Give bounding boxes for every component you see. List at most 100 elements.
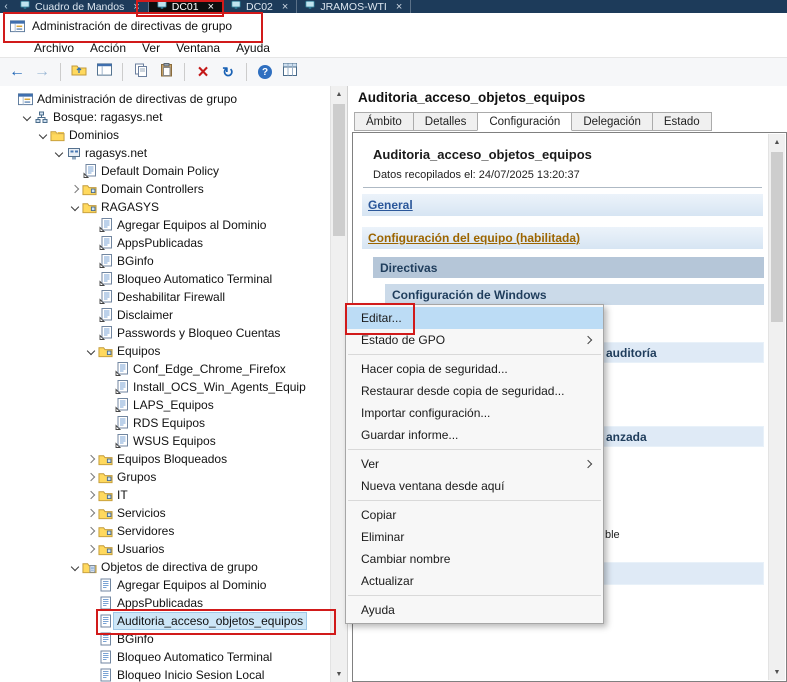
tab-detalles[interactable]: Detalles xyxy=(412,112,479,131)
menu-item-importar-configuraci-n[interactable]: Importar configuración... xyxy=(346,402,603,424)
menu-item-estado-de-gpo[interactable]: Estado de GPO xyxy=(346,329,603,351)
close-tab-icon[interactable]: × xyxy=(282,1,288,12)
paste-button[interactable] xyxy=(155,61,177,83)
tree-item-equipos[interactable]: Equipos xyxy=(0,342,330,360)
tree-item-wsus-equipos[interactable]: WSUS Equipos xyxy=(0,432,330,450)
expander-chevron-icon[interactable] xyxy=(84,526,97,536)
tree-item-dominios[interactable]: Dominios xyxy=(0,126,330,144)
back-button[interactable]: ← xyxy=(6,61,28,83)
tree-item-bloqueo-automatico-terminal[interactable]: Bloqueo Automatico Terminal xyxy=(0,648,330,666)
remote-tab-dc02[interactable]: DC02 × xyxy=(223,0,298,13)
close-tab-icon[interactable]: × xyxy=(133,1,139,12)
report-section-directivas[interactable]: Directivas xyxy=(373,257,764,278)
expander-chevron-icon[interactable] xyxy=(68,202,81,212)
report-scrollbar-thumb[interactable] xyxy=(771,152,783,322)
tree-item-passwords-y-bloqueo-cuentas[interactable]: Passwords y Bloqueo Cuentas xyxy=(0,324,330,342)
menubar-item-archivo[interactable]: Archivo xyxy=(26,41,82,55)
scroll-down-icon[interactable]: ▼ xyxy=(769,664,785,680)
tree-item-servicios[interactable]: Servicios xyxy=(0,504,330,522)
tree-item-install-ocs-win-agents-equip[interactable]: Install_OCS_Win_Agents_Equip xyxy=(0,378,330,396)
menubar-item-ayuda[interactable]: Ayuda xyxy=(228,41,278,55)
scroll-up-icon[interactable]: ▲ xyxy=(331,86,347,102)
expander-chevron-icon[interactable] xyxy=(84,472,97,482)
menu-item-copiar[interactable]: Copiar xyxy=(346,504,603,526)
menu-item-ayuda[interactable]: Ayuda xyxy=(346,599,603,621)
tree-item-appspublicadas[interactable]: AppsPublicadas xyxy=(0,234,330,252)
copy-button[interactable] xyxy=(130,61,152,83)
menu-item-restaurar-desde-copia-de-seguridad[interactable]: Restaurar desde copia de seguridad... xyxy=(346,380,603,402)
expander-chevron-icon[interactable] xyxy=(36,130,49,140)
help-button[interactable]: ? xyxy=(254,61,276,83)
tree-item-usuarios[interactable]: Usuarios xyxy=(0,540,330,558)
tree-item-domain-controllers[interactable]: Domain Controllers xyxy=(0,180,330,198)
tab-mbito[interactable]: Ámbito xyxy=(354,112,414,131)
menubar-item-acci-n[interactable]: Acción xyxy=(82,41,134,55)
tree-item-default-domain-policy[interactable]: Default Domain Policy xyxy=(0,162,330,180)
tab-delegaci-n[interactable]: Delegación xyxy=(571,112,653,131)
remote-tab-dc01[interactable]: DC01 × xyxy=(148,0,224,13)
up-level-button[interactable] xyxy=(68,61,90,83)
tree-item-bosque-ragasys-net[interactable]: Bosque: ragasys.net xyxy=(0,108,330,126)
remote-tab-jramos-wti[interactable]: JRAMOS-WTI × xyxy=(297,0,412,13)
tree-item-bginfo[interactable]: BGinfo xyxy=(0,630,330,648)
tree-item-agregar-equipos-al-dominio[interactable]: Agregar Equipos al Dominio xyxy=(0,216,330,234)
tab-estado[interactable]: Estado xyxy=(651,112,712,131)
report-section-winconf[interactable]: Configuración de Windows xyxy=(385,284,764,305)
tree-item-disclaimer[interactable]: Disclaimer xyxy=(0,306,330,324)
tree-item-bginfo[interactable]: BGinfo xyxy=(0,252,330,270)
report-section-general[interactable]: General xyxy=(361,193,764,217)
tree-item-it[interactable]: IT xyxy=(0,486,330,504)
tree-item-agregar-equipos-al-dominio[interactable]: Agregar Equipos al Dominio xyxy=(0,576,330,594)
menu-item-nueva-ventana-desde-aqu[interactable]: Nueva ventana desde aquí xyxy=(346,475,603,497)
list-columns-button[interactable] xyxy=(279,61,301,83)
tree-item-servidores[interactable]: Servidores xyxy=(0,522,330,540)
scroll-tabs-left-icon[interactable]: ‹ xyxy=(0,1,12,12)
tree-item-grupos[interactable]: Grupos xyxy=(0,468,330,486)
expander-chevron-icon[interactable] xyxy=(84,490,97,500)
menu-item-actualizar[interactable]: Actualizar xyxy=(346,570,603,592)
menu-item-hacer-copia-de-seguridad[interactable]: Hacer copia de seguridad... xyxy=(346,358,603,380)
tree-item-appspublicadas[interactable]: AppsPublicadas xyxy=(0,594,330,612)
scroll-down-icon[interactable]: ▼ xyxy=(331,666,347,682)
tree-item-deshabilitar-firewall[interactable]: Deshabilitar Firewall xyxy=(0,288,330,306)
expander-chevron-icon[interactable] xyxy=(84,508,97,518)
tree-item-ragasys-net[interactable]: ragasys.net xyxy=(0,144,330,162)
remote-tab-cuadro-de-mandos[interactable]: Cuadro de Mandos × xyxy=(12,0,149,13)
tree-item-auditoria-acceso-objetos-equipos[interactable]: Auditoria_acceso_objetos_equipos xyxy=(0,612,330,630)
tree-item-ragasys[interactable]: RAGASYS xyxy=(0,198,330,216)
tree-item-laps-equipos[interactable]: LAPS_Equipos xyxy=(0,396,330,414)
tree-item-equipos-bloqueados[interactable]: Equipos Bloqueados xyxy=(0,450,330,468)
menu-item-guardar-informe[interactable]: Guardar informe... xyxy=(346,424,603,446)
tree-item-objetos-de-directiva-de-grupo[interactable]: Objetos de directiva de grupo xyxy=(0,558,330,576)
menubar-item-ventana[interactable]: Ventana xyxy=(168,41,228,55)
menu-item-ver[interactable]: Ver xyxy=(346,453,603,475)
report-section-txt1[interactable]: ble xyxy=(605,529,620,541)
expander-chevron-icon[interactable] xyxy=(20,112,33,122)
tree-item-bloqueo-automatico-terminal[interactable]: Bloqueo Automatico Terminal xyxy=(0,270,330,288)
report-section-equipo[interactable]: Configuración del equipo (habilitada) xyxy=(361,226,764,250)
tree-item-rds-equipos[interactable]: RDS Equipos xyxy=(0,414,330,432)
tree-item-conf-edge-chrome-firefox[interactable]: Conf_Edge_Chrome_Firefox xyxy=(0,360,330,378)
tree-scrollbar-thumb[interactable] xyxy=(333,104,345,236)
expander-chevron-icon[interactable] xyxy=(84,454,97,464)
expander-chevron-icon[interactable] xyxy=(84,544,97,554)
expander-chevron-icon[interactable] xyxy=(68,562,81,572)
menu-item-cambiar-nombre[interactable]: Cambiar nombre xyxy=(346,548,603,570)
report-scrollbar[interactable]: ▲ ▼ xyxy=(768,134,785,680)
tree-item-bloqueo-inicio-sesion-local[interactable]: Bloqueo Inicio Sesion Local xyxy=(0,666,330,682)
expander-chevron-icon[interactable] xyxy=(52,148,65,158)
menubar-item-ver[interactable]: Ver xyxy=(134,41,168,55)
close-tab-icon[interactable]: × xyxy=(396,1,402,12)
menu-item-eliminar[interactable]: Eliminar xyxy=(346,526,603,548)
delete-button[interactable]: × xyxy=(192,61,214,83)
scroll-up-icon[interactable]: ▲ xyxy=(769,134,785,150)
close-tab-icon[interactable]: × xyxy=(208,1,214,12)
show-tree-button[interactable] xyxy=(93,61,115,83)
tree-item-administraci-n-de-directivas-de-grupo[interactable]: Administración de directivas de grupo xyxy=(0,90,330,108)
tab-configuraci-n[interactable]: Configuración xyxy=(477,112,573,131)
forward-button[interactable]: → xyxy=(31,61,53,83)
expander-chevron-icon[interactable] xyxy=(68,184,81,194)
menu-item-editar[interactable]: Editar... xyxy=(346,307,603,329)
refresh-button[interactable]: ↻ xyxy=(217,61,239,83)
expander-chevron-icon[interactable] xyxy=(84,346,97,356)
